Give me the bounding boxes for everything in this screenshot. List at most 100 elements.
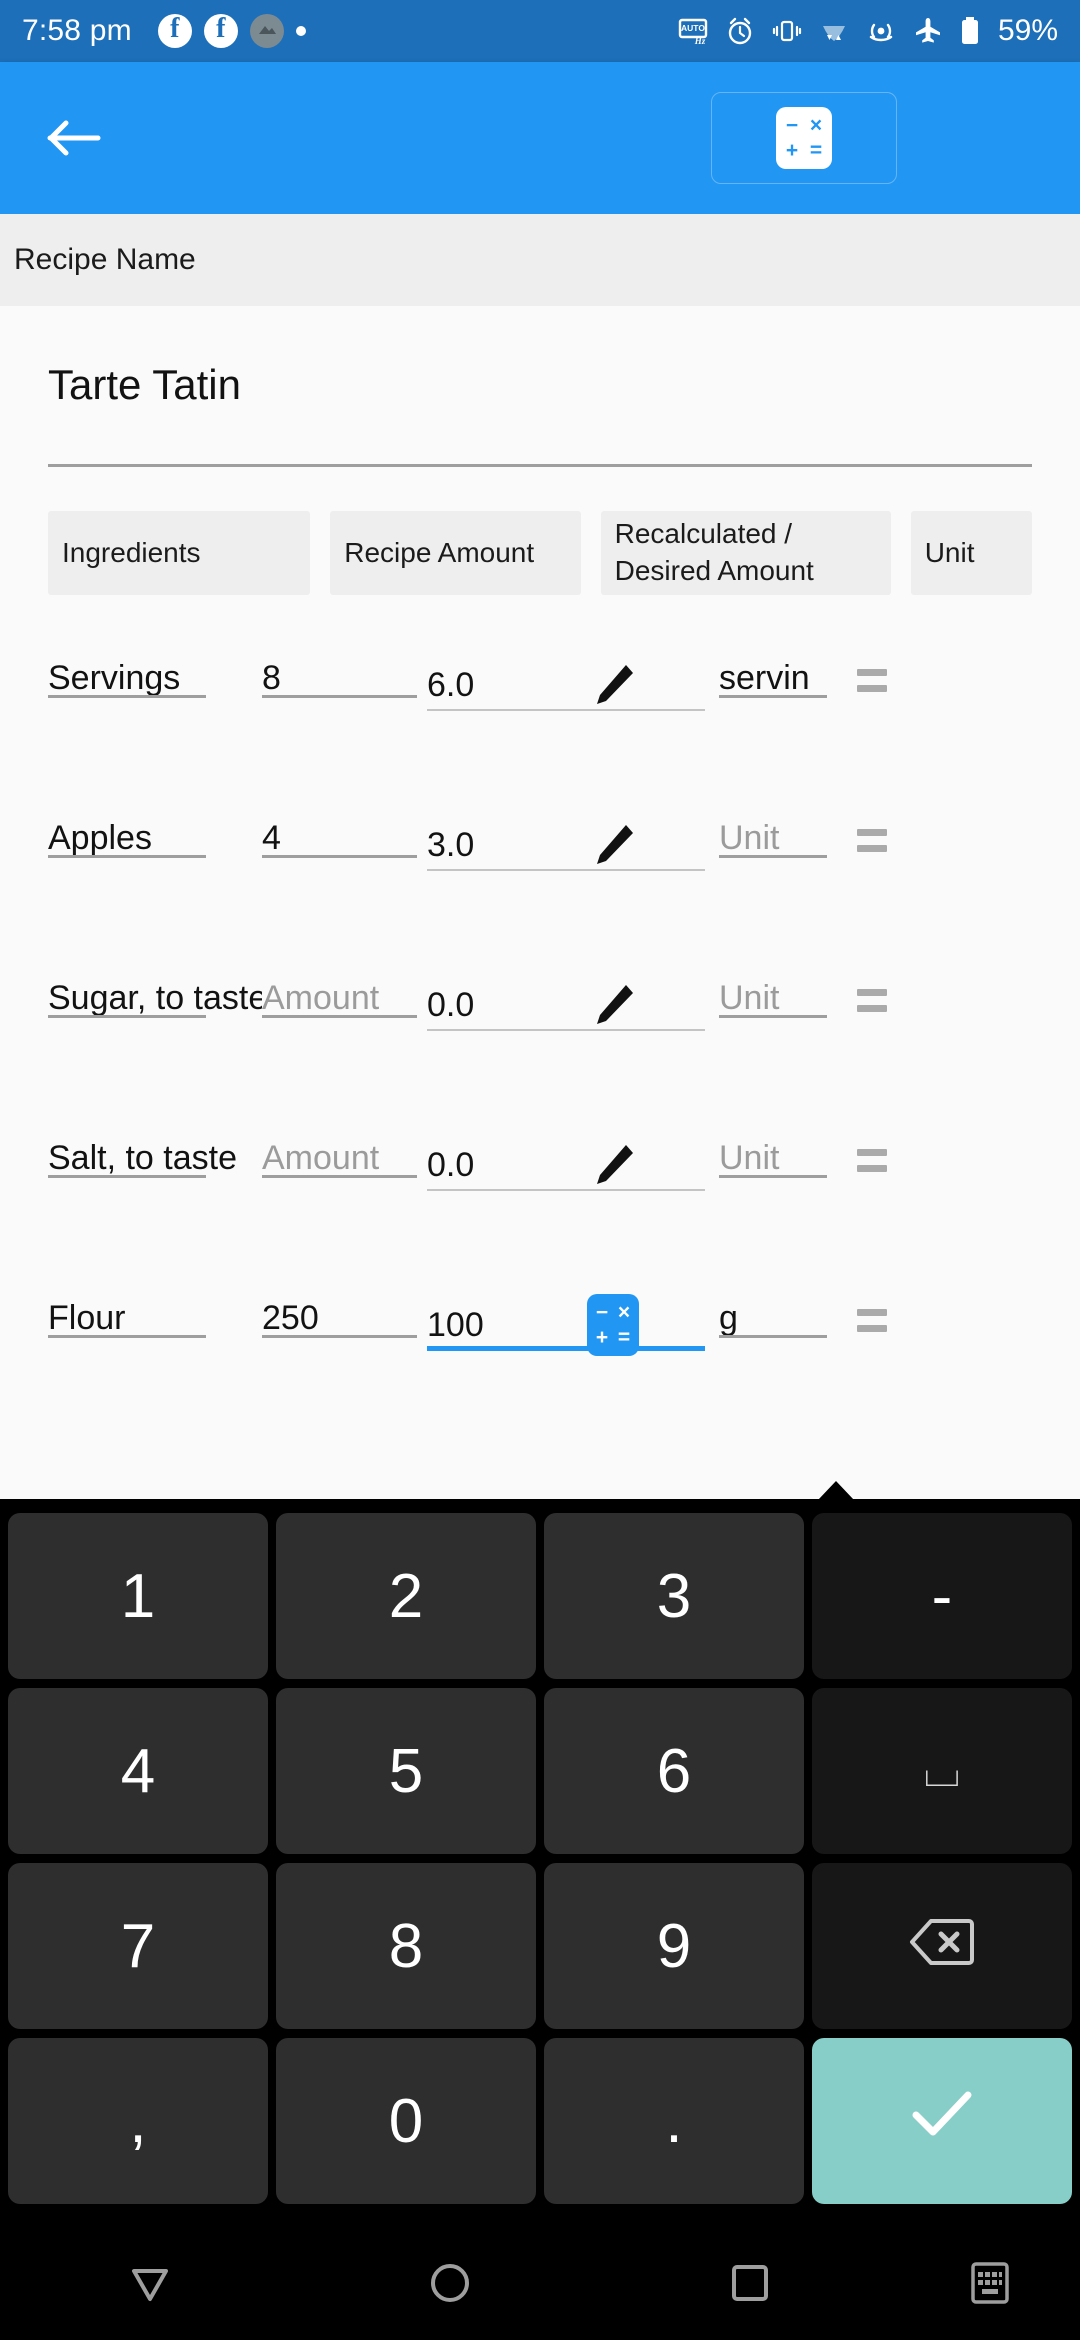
key-2[interactable]: 2 <box>276 1513 536 1679</box>
recipe-name-bar: Recipe Name <box>0 214 1080 306</box>
key-enter[interactable] <box>812 2038 1072 2204</box>
status-time: 7:58 pm <box>22 14 132 47</box>
drag-handle-bar <box>857 989 887 996</box>
nav-back-button[interactable] <box>0 2261 300 2305</box>
key-1[interactable]: 1 <box>8 1513 268 1679</box>
ingredient-name-field[interactable]: Salt, to taste <box>48 1121 262 1178</box>
unit-value: Unit <box>719 819 780 857</box>
recalculated-amount-value: 6.0 <box>427 665 475 704</box>
nav-recents-button[interactable] <box>600 2259 900 2307</box>
row-drag-handle[interactable] <box>857 961 887 1012</box>
field-underline <box>719 855 827 858</box>
recipe-amount-field[interactable]: 250 <box>262 1281 427 1338</box>
column-header-ingredients: Ingredients <box>48 511 311 595</box>
facebook-icon: f <box>157 14 192 48</box>
row-drag-handle[interactable] <box>857 641 887 692</box>
recipe-title-field[interactable]: Tarte Tatin <box>0 306 1080 467</box>
ingredient-name-field[interactable]: Apples <box>48 801 262 858</box>
drag-handle-bar <box>857 1149 887 1156</box>
row-calculator-button[interactable]: − × + = <box>587 1294 639 1356</box>
row-edit-pencil-button[interactable] <box>587 1139 639 1191</box>
field-underline <box>262 695 417 698</box>
unit-field[interactable]: Unit <box>719 961 839 1018</box>
row-drag-handle[interactable] <box>857 1121 887 1172</box>
recipe-amount-value: Amount <box>262 979 380 1017</box>
field-underline <box>262 855 417 858</box>
drag-handle-bar <box>857 1005 887 1012</box>
unit-field[interactable]: Unit <box>719 1121 839 1178</box>
recipe-amount-field[interactable]: Amount <box>262 961 427 1018</box>
key-9[interactable]: 9 <box>544 1863 804 2029</box>
key-minus[interactable]: - <box>812 1513 1072 1679</box>
unit-field[interactable]: servin <box>719 641 839 698</box>
key-7[interactable]: 7 <box>8 1863 268 2029</box>
ingredient-name-field[interactable]: Servings <box>48 641 262 698</box>
wifi-icon <box>818 15 850 47</box>
key-6-label: 6 <box>656 1736 692 1806</box>
auto-hz-icon: AUTO Hz <box>677 15 709 47</box>
recipe-name-label: Recipe Name <box>14 243 196 276</box>
drag-handle-bar <box>857 845 887 852</box>
key-backspace[interactable] <box>812 1863 1072 2029</box>
field-underline <box>262 1175 417 1178</box>
row-edit-pencil-button[interactable] <box>587 979 639 1031</box>
recalculated-amount-field[interactable]: 6.0 <box>427 641 719 711</box>
recalculated-amount-field[interactable]: 0.0 <box>427 1121 719 1191</box>
field-underline <box>719 1335 827 1338</box>
battery-icon <box>959 15 981 47</box>
key-2-label: 2 <box>388 1561 424 1631</box>
ingredient-name-value: Sugar, to taste <box>48 979 262 1017</box>
field-underline <box>427 1346 705 1351</box>
nav-home-button[interactable] <box>300 2259 600 2307</box>
status-bar-left: 7:58 pm f f <box>22 14 306 48</box>
drag-handle-bar <box>857 1325 887 1332</box>
field-underline <box>48 1015 206 1018</box>
back-button[interactable] <box>42 106 106 170</box>
dot-icon <box>295 26 306 36</box>
field-underline <box>262 1335 417 1338</box>
recalculated-amount-field[interactable]: 0.0 <box>427 961 719 1031</box>
recipe-amount-field[interactable]: 4 <box>262 801 427 858</box>
numeric-keyboard: 1 2 3 - 4 5 6 ⌴ 7 8 9, 0. <box>0 1481 1080 2225</box>
field-underline <box>719 1015 827 1018</box>
table-header-row: Ingredients Recipe Amount Recalculated /… <box>0 511 1080 595</box>
row-edit-pencil-button[interactable] <box>587 659 639 711</box>
key-period-label: . <box>665 2086 683 2156</box>
status-bar: 7:58 pm f f AUTO Hz 59% <box>0 0 1080 62</box>
recalculated-amount-value: 3.0 <box>427 825 475 864</box>
key-1-label: 1 <box>120 1561 156 1631</box>
ingredient-name-field[interactable]: Sugar, to taste <box>48 961 262 1018</box>
ingredient-name-field[interactable]: Flour <box>48 1281 262 1338</box>
recipe-amount-field[interactable]: 8 <box>262 641 427 698</box>
recipe-title-value: Tarte Tatin <box>48 361 241 408</box>
calculator-icon: − × + = <box>776 107 832 169</box>
recipe-amount-value: 8 <box>262 659 281 697</box>
key-4[interactable]: 4 <box>8 1688 268 1854</box>
key-comma[interactable]: , <box>8 2038 268 2204</box>
row-drag-handle[interactable] <box>857 801 887 852</box>
alarm-icon <box>724 15 756 47</box>
key-0[interactable]: 0 <box>276 2038 536 2204</box>
unit-field[interactable]: g <box>719 1281 839 1338</box>
key-5[interactable]: 5 <box>276 1688 536 1854</box>
airplane-mode-icon <box>912 15 944 47</box>
nav-keyboard-button[interactable] <box>900 2258 1080 2308</box>
recalculated-amount-field[interactable]: 100 − × + = <box>427 1281 719 1356</box>
recalculated-amount-field[interactable]: 3.0 <box>427 801 719 871</box>
key-5-label: 5 <box>388 1736 424 1806</box>
recipe-amount-field[interactable]: Amount <box>262 1121 427 1178</box>
key-period[interactable]: . <box>544 2038 804 2204</box>
calculator-button[interactable]: − × + = <box>711 92 897 184</box>
unit-field[interactable]: Unit <box>719 801 839 858</box>
key-8[interactable]: 8 <box>276 1863 536 2029</box>
backspace-icon <box>909 1911 975 1982</box>
key-8-label: 8 <box>388 1911 424 1981</box>
drag-handle-bar <box>857 669 887 676</box>
row-edit-pencil-button[interactable] <box>587 819 639 871</box>
key-0-label: 0 <box>388 2086 424 2156</box>
row-drag-handle[interactable] <box>857 1281 887 1332</box>
key-3[interactable]: 3 <box>544 1513 804 1679</box>
key-space[interactable]: ⌴ <box>812 1688 1072 1854</box>
key-6[interactable]: 6 <box>544 1688 804 1854</box>
table-row: Sugar, to taste Amount 0.0 Unit <box>0 961 1080 1121</box>
